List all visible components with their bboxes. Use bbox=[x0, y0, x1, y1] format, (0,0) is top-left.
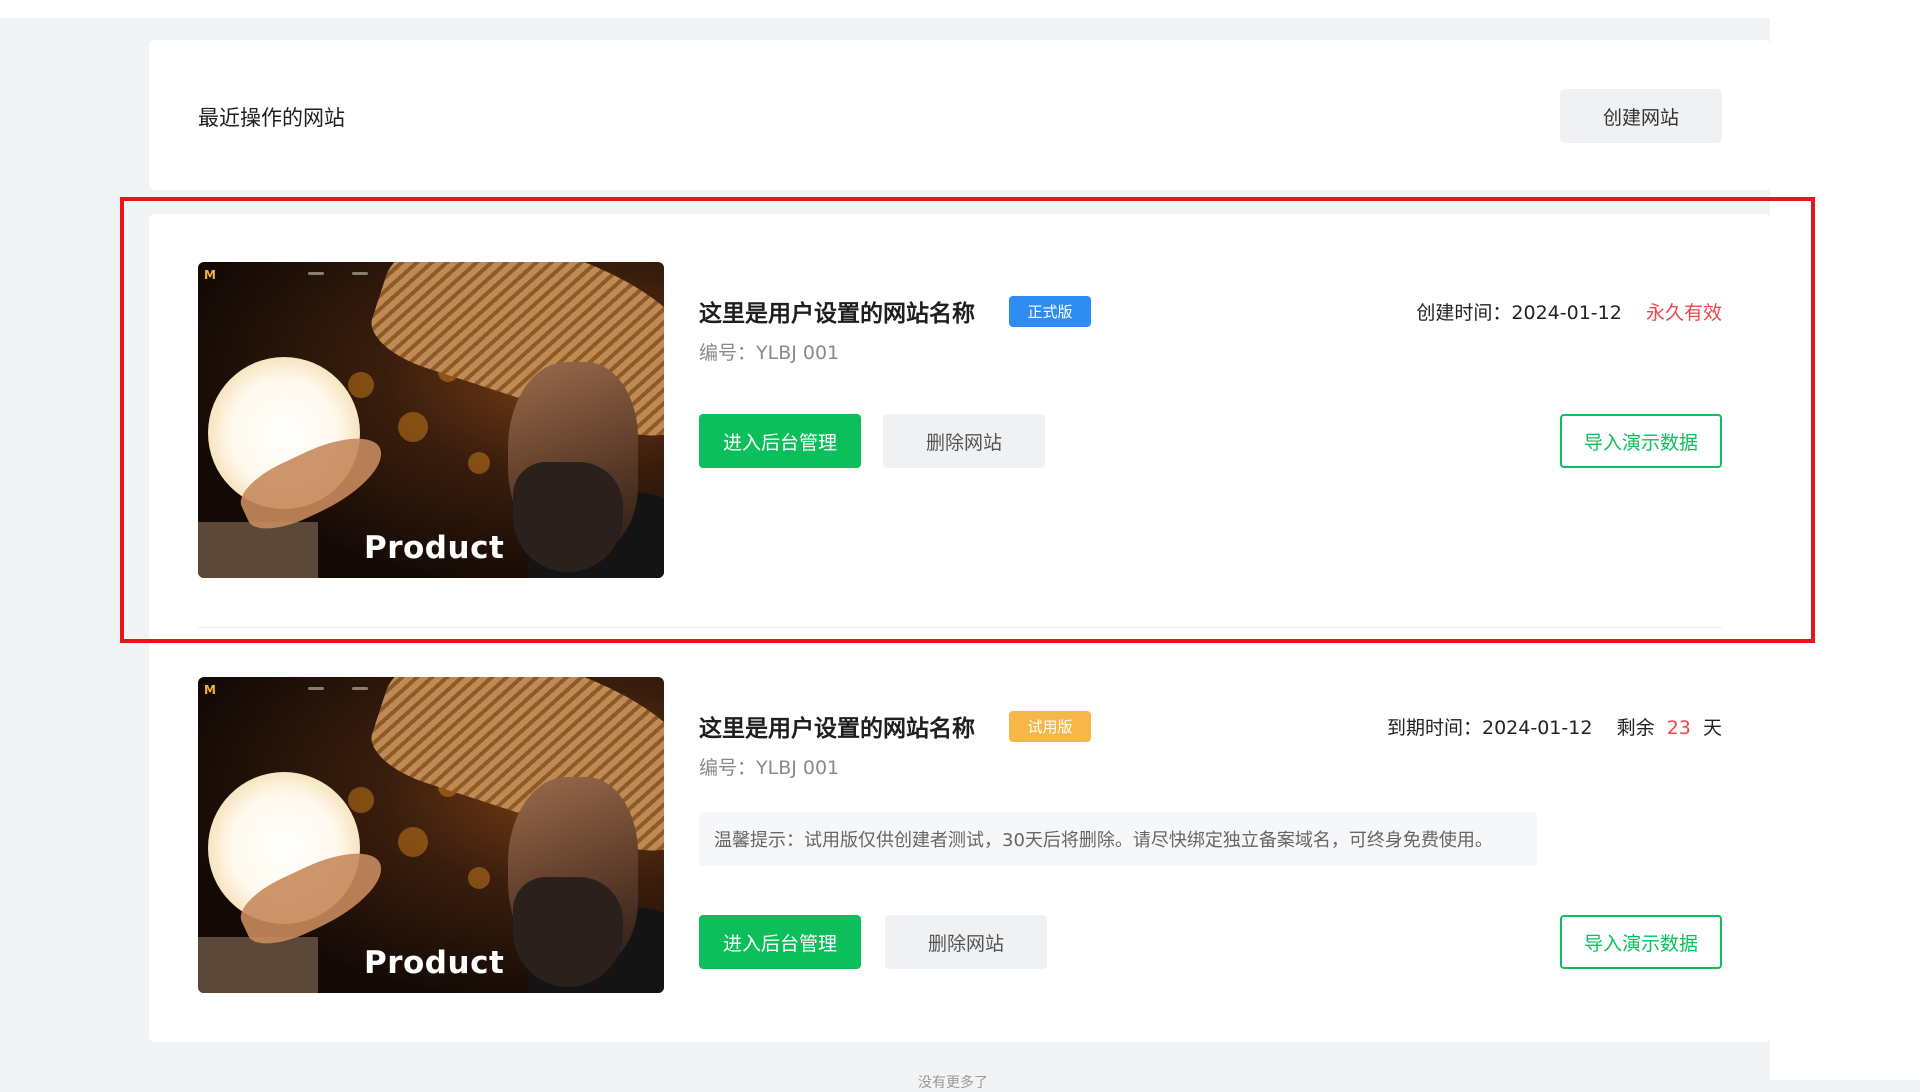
expire-time: 到期时间：2024-01-12 剩余 23 天 bbox=[1387, 713, 1722, 740]
delete-site-button[interactable]: 删除网站 bbox=[885, 915, 1047, 969]
enter-admin-button[interactable]: 进入后台管理 bbox=[699, 915, 861, 969]
logo-icon: M bbox=[204, 268, 216, 282]
thumbnail-label: Product bbox=[364, 945, 505, 981]
created-time-value: 2024-01-12 bbox=[1511, 302, 1622, 324]
create-site-button[interactable]: 创建网站 bbox=[1560, 89, 1722, 143]
site-name: 这里是用户设置的网站名称 bbox=[699, 301, 975, 327]
import-demo-data-button[interactable]: 导入演示数据 bbox=[1560, 915, 1722, 969]
trial-notice: 温馨提示：试用版仅供创建者测试，30天后将删除。请尽快绑定独立备案域名，可终身免… bbox=[699, 812, 1537, 866]
right-background bbox=[1770, 18, 1920, 1080]
formal-version-badge: 正式版 bbox=[1009, 296, 1091, 327]
thumbnail-label: Product bbox=[364, 530, 505, 566]
beard-image bbox=[513, 877, 623, 987]
recent-sites-header: 最近操作的网站 创建网站 bbox=[149, 40, 1771, 190]
remain-unit: 天 bbox=[1702, 717, 1722, 739]
remain-days: 23 bbox=[1666, 717, 1691, 739]
trial-version-badge: 试用版 bbox=[1009, 711, 1091, 742]
beard-image bbox=[513, 462, 623, 572]
validity-status: 永久有效 bbox=[1645, 302, 1722, 324]
delete-site-button[interactable]: 删除网站 bbox=[883, 414, 1045, 468]
site-code: 编号：YLBJ 001 bbox=[699, 342, 840, 364]
expire-time-label: 到期时间： bbox=[1386, 717, 1482, 739]
site-code: 编号：YLBJ 001 bbox=[699, 757, 840, 779]
created-time-label: 创建时间： bbox=[1416, 302, 1512, 324]
logo-icon: M bbox=[204, 683, 216, 697]
table-image bbox=[198, 937, 318, 993]
site-name: 这里是用户设置的网站名称 bbox=[699, 716, 975, 742]
expire-time-value: 2024-01-12 bbox=[1482, 717, 1593, 739]
site-thumbnail[interactable]: M Product bbox=[198, 262, 664, 578]
top-strip bbox=[0, 0, 1920, 18]
site-list: M Product 这里是用户设置的网站名称 正式版 编号：YLBJ 001 创… bbox=[149, 214, 1771, 1042]
no-more-text: 没有更多了 bbox=[918, 1075, 988, 1091]
table-image bbox=[198, 522, 318, 578]
enter-admin-button[interactable]: 进入后台管理 bbox=[699, 414, 861, 468]
page-title: 最近操作的网站 bbox=[198, 106, 345, 130]
site-thumbnail[interactable]: M Product bbox=[198, 677, 664, 993]
created-time: 创建时间：2024-01-12 永久有效 bbox=[1416, 298, 1722, 325]
remain-label: 剩余 bbox=[1616, 717, 1655, 739]
divider bbox=[198, 627, 1722, 628]
import-demo-data-button[interactable]: 导入演示数据 bbox=[1560, 414, 1722, 468]
